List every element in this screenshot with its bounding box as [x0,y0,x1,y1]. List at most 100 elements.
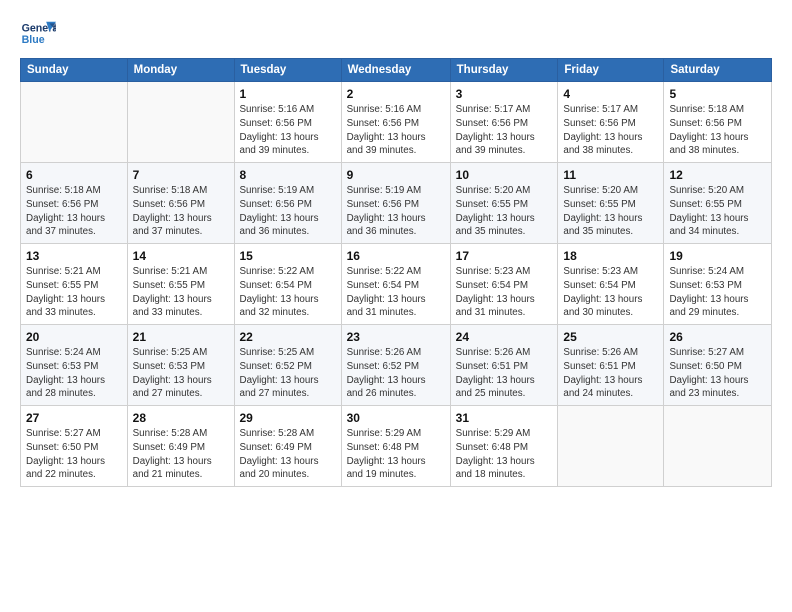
day-info: Sunrise: 5:25 AM Sunset: 6:53 PM Dayligh… [133,346,229,401]
day-info: Sunrise: 5:25 AM Sunset: 6:52 PM Dayligh… [240,346,336,401]
day-info: Sunrise: 5:20 AM Sunset: 6:55 PM Dayligh… [563,184,658,239]
day-number: 20 [26,329,122,345]
day-info: Sunrise: 5:16 AM Sunset: 6:56 PM Dayligh… [347,103,445,158]
calendar-cell: 28Sunrise: 5:28 AM Sunset: 6:49 PM Dayli… [127,406,234,487]
calendar-cell: 23Sunrise: 5:26 AM Sunset: 6:52 PM Dayli… [341,325,450,406]
day-number: 5 [669,86,766,102]
calendar-week-0: 1Sunrise: 5:16 AM Sunset: 6:56 PM Daylig… [21,82,772,163]
day-info: Sunrise: 5:27 AM Sunset: 6:50 PM Dayligh… [669,346,766,401]
weekday-header-thursday: Thursday [450,59,558,82]
svg-text:Blue: Blue [22,34,45,46]
page: General Blue SundayMondayTuesdayWednesda… [0,0,792,612]
weekday-header-friday: Friday [558,59,664,82]
calendar-cell [664,406,772,487]
calendar-cell: 12Sunrise: 5:20 AM Sunset: 6:55 PM Dayli… [664,163,772,244]
weekday-row: SundayMondayTuesdayWednesdayThursdayFrid… [21,59,772,82]
day-info: Sunrise: 5:20 AM Sunset: 6:55 PM Dayligh… [456,184,553,239]
calendar-cell: 13Sunrise: 5:21 AM Sunset: 6:55 PM Dayli… [21,244,128,325]
day-info: Sunrise: 5:26 AM Sunset: 6:52 PM Dayligh… [347,346,445,401]
day-info: Sunrise: 5:22 AM Sunset: 6:54 PM Dayligh… [240,265,336,320]
day-info: Sunrise: 5:18 AM Sunset: 6:56 PM Dayligh… [26,184,122,239]
calendar-body: 1Sunrise: 5:16 AM Sunset: 6:56 PM Daylig… [21,82,772,487]
calendar-cell: 27Sunrise: 5:27 AM Sunset: 6:50 PM Dayli… [21,406,128,487]
calendar-cell: 22Sunrise: 5:25 AM Sunset: 6:52 PM Dayli… [234,325,341,406]
weekday-header-saturday: Saturday [664,59,772,82]
calendar-cell: 24Sunrise: 5:26 AM Sunset: 6:51 PM Dayli… [450,325,558,406]
day-number: 7 [133,167,229,183]
day-number: 13 [26,248,122,264]
calendar-cell [558,406,664,487]
day-info: Sunrise: 5:29 AM Sunset: 6:48 PM Dayligh… [347,427,445,482]
calendar-cell: 6Sunrise: 5:18 AM Sunset: 6:56 PM Daylig… [21,163,128,244]
weekday-header-monday: Monday [127,59,234,82]
weekday-header-tuesday: Tuesday [234,59,341,82]
calendar-cell: 14Sunrise: 5:21 AM Sunset: 6:55 PM Dayli… [127,244,234,325]
calendar-cell: 26Sunrise: 5:27 AM Sunset: 6:50 PM Dayli… [664,325,772,406]
calendar-cell: 18Sunrise: 5:23 AM Sunset: 6:54 PM Dayli… [558,244,664,325]
day-info: Sunrise: 5:26 AM Sunset: 6:51 PM Dayligh… [563,346,658,401]
calendar-cell: 19Sunrise: 5:24 AM Sunset: 6:53 PM Dayli… [664,244,772,325]
calendar-cell: 30Sunrise: 5:29 AM Sunset: 6:48 PM Dayli… [341,406,450,487]
calendar-cell: 9Sunrise: 5:19 AM Sunset: 6:56 PM Daylig… [341,163,450,244]
day-info: Sunrise: 5:16 AM Sunset: 6:56 PM Dayligh… [240,103,336,158]
day-info: Sunrise: 5:26 AM Sunset: 6:51 PM Dayligh… [456,346,553,401]
day-number: 15 [240,248,336,264]
day-info: Sunrise: 5:23 AM Sunset: 6:54 PM Dayligh… [563,265,658,320]
calendar-cell: 16Sunrise: 5:22 AM Sunset: 6:54 PM Dayli… [341,244,450,325]
day-number: 10 [456,167,553,183]
day-info: Sunrise: 5:21 AM Sunset: 6:55 PM Dayligh… [26,265,122,320]
day-info: Sunrise: 5:29 AM Sunset: 6:48 PM Dayligh… [456,427,553,482]
calendar-week-2: 13Sunrise: 5:21 AM Sunset: 6:55 PM Dayli… [21,244,772,325]
header: General Blue [20,18,772,50]
day-info: Sunrise: 5:23 AM Sunset: 6:54 PM Dayligh… [456,265,553,320]
day-number: 17 [456,248,553,264]
calendar-cell: 20Sunrise: 5:24 AM Sunset: 6:53 PM Dayli… [21,325,128,406]
day-number: 14 [133,248,229,264]
day-number: 9 [347,167,445,183]
calendar-cell [21,82,128,163]
calendar-cell: 1Sunrise: 5:16 AM Sunset: 6:56 PM Daylig… [234,82,341,163]
day-info: Sunrise: 5:19 AM Sunset: 6:56 PM Dayligh… [347,184,445,239]
day-number: 16 [347,248,445,264]
calendar-cell: 8Sunrise: 5:19 AM Sunset: 6:56 PM Daylig… [234,163,341,244]
day-info: Sunrise: 5:28 AM Sunset: 6:49 PM Dayligh… [240,427,336,482]
day-number: 19 [669,248,766,264]
day-info: Sunrise: 5:18 AM Sunset: 6:56 PM Dayligh… [133,184,229,239]
calendar-cell: 7Sunrise: 5:18 AM Sunset: 6:56 PM Daylig… [127,163,234,244]
day-number: 21 [133,329,229,345]
day-number: 28 [133,410,229,426]
calendar-cell: 2Sunrise: 5:16 AM Sunset: 6:56 PM Daylig… [341,82,450,163]
calendar-cell: 5Sunrise: 5:18 AM Sunset: 6:56 PM Daylig… [664,82,772,163]
day-number: 27 [26,410,122,426]
day-info: Sunrise: 5:28 AM Sunset: 6:49 PM Dayligh… [133,427,229,482]
day-number: 4 [563,86,658,102]
day-number: 8 [240,167,336,183]
day-info: Sunrise: 5:17 AM Sunset: 6:56 PM Dayligh… [563,103,658,158]
calendar: SundayMondayTuesdayWednesdayThursdayFrid… [20,58,772,487]
calendar-cell: 3Sunrise: 5:17 AM Sunset: 6:56 PM Daylig… [450,82,558,163]
day-number: 30 [347,410,445,426]
day-info: Sunrise: 5:19 AM Sunset: 6:56 PM Dayligh… [240,184,336,239]
day-number: 31 [456,410,553,426]
day-info: Sunrise: 5:21 AM Sunset: 6:55 PM Dayligh… [133,265,229,320]
calendar-cell: 21Sunrise: 5:25 AM Sunset: 6:53 PM Dayli… [127,325,234,406]
weekday-header-wednesday: Wednesday [341,59,450,82]
logo: General Blue [20,18,56,50]
day-number: 6 [26,167,122,183]
calendar-cell [127,82,234,163]
day-number: 23 [347,329,445,345]
day-number: 1 [240,86,336,102]
day-info: Sunrise: 5:22 AM Sunset: 6:54 PM Dayligh… [347,265,445,320]
day-number: 22 [240,329,336,345]
calendar-week-3: 20Sunrise: 5:24 AM Sunset: 6:53 PM Dayli… [21,325,772,406]
day-number: 11 [563,167,658,183]
weekday-header-sunday: Sunday [21,59,128,82]
calendar-week-1: 6Sunrise: 5:18 AM Sunset: 6:56 PM Daylig… [21,163,772,244]
day-info: Sunrise: 5:27 AM Sunset: 6:50 PM Dayligh… [26,427,122,482]
day-number: 12 [669,167,766,183]
calendar-cell: 15Sunrise: 5:22 AM Sunset: 6:54 PM Dayli… [234,244,341,325]
calendar-cell: 4Sunrise: 5:17 AM Sunset: 6:56 PM Daylig… [558,82,664,163]
day-info: Sunrise: 5:24 AM Sunset: 6:53 PM Dayligh… [26,346,122,401]
calendar-week-4: 27Sunrise: 5:27 AM Sunset: 6:50 PM Dayli… [21,406,772,487]
calendar-cell: 17Sunrise: 5:23 AM Sunset: 6:54 PM Dayli… [450,244,558,325]
